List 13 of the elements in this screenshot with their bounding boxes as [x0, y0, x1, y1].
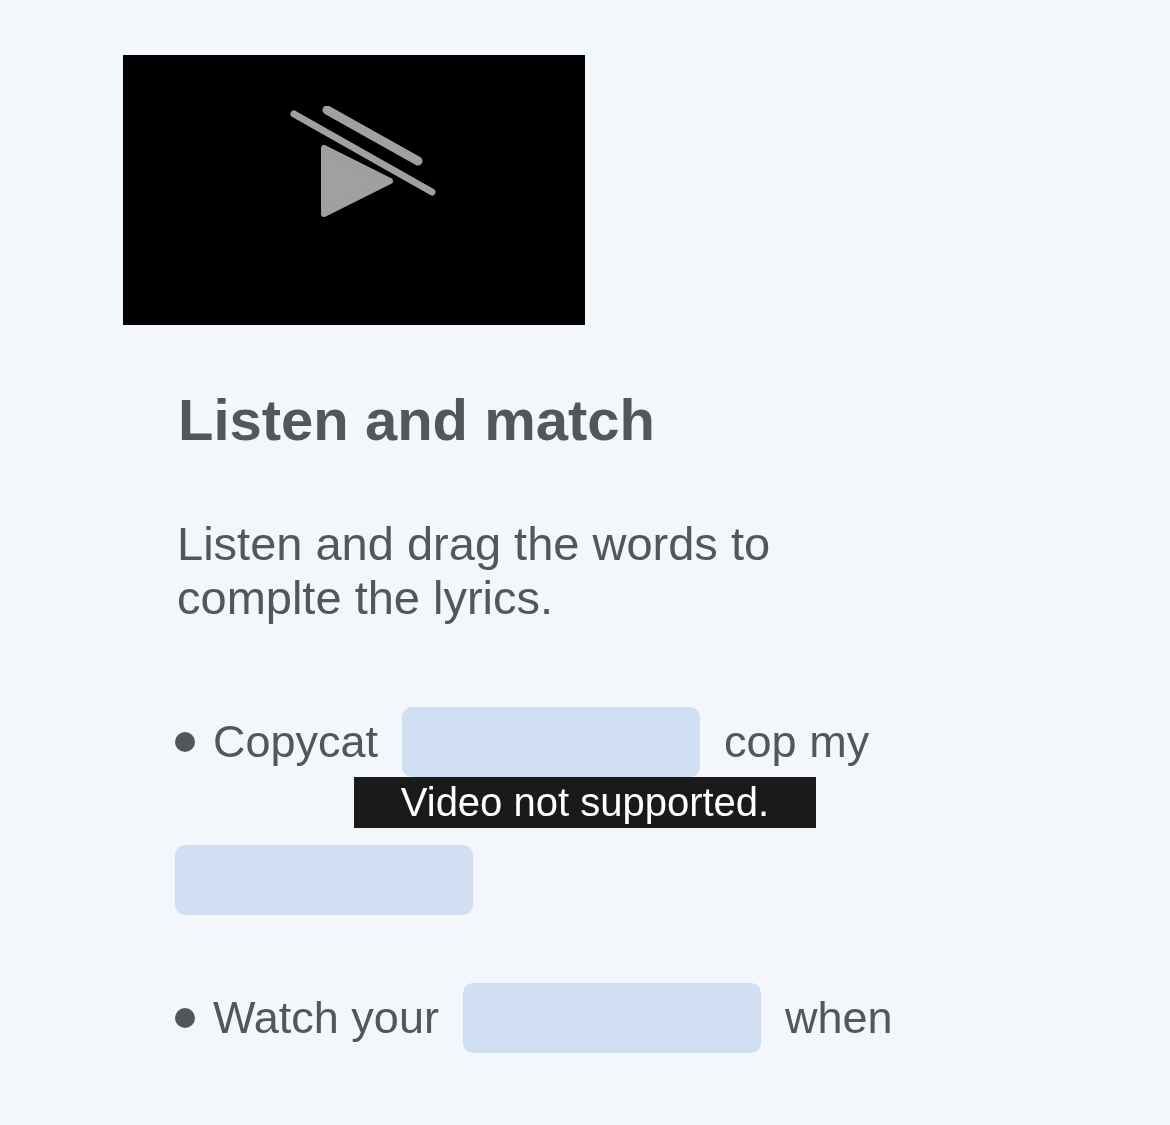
- video-player[interactable]: [123, 55, 585, 325]
- drop-target[interactable]: [402, 707, 701, 777]
- lyric-text: when: [784, 991, 893, 1045]
- lyric-text: Watch your: [213, 991, 439, 1045]
- bullet-icon: [175, 732, 195, 752]
- lyric-text: cop my: [724, 715, 870, 769]
- exercise-title: Listen and match: [178, 386, 656, 454]
- toast-message: Video not supported.: [354, 777, 816, 828]
- instructions-text: Listen and drag the words to complte the lyrics.: [177, 517, 772, 625]
- lyric-text: Copycat: [213, 715, 379, 769]
- drop-target[interactable]: [462, 983, 761, 1053]
- drop-target[interactable]: [175, 845, 473, 915]
- bullet-icon: [175, 1008, 195, 1028]
